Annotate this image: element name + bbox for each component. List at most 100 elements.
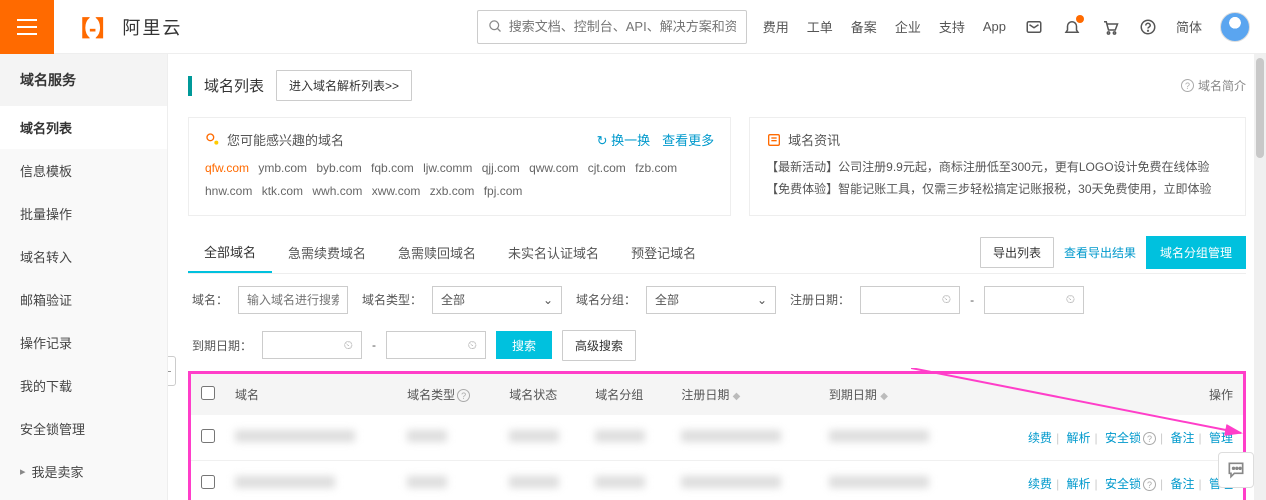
help-link[interactable]: ?域名简介 — [1179, 77, 1246, 94]
nav-support[interactable]: 支持 — [939, 17, 965, 36]
redacted-text — [235, 430, 355, 442]
chat-button[interactable] — [1218, 452, 1254, 488]
sidebar-item-label: 邮箱验证 — [20, 290, 72, 309]
search-input[interactable] — [509, 19, 736, 34]
avatar[interactable] — [1220, 12, 1250, 42]
view-export-link[interactable]: 查看导出结果 — [1064, 244, 1136, 261]
col-domain[interactable]: 域名 — [225, 374, 397, 415]
sidebar-item-mailverify[interactable]: 邮箱验证 — [0, 278, 167, 321]
sidebar-item-buyer[interactable]: ▸我是买家 — [0, 493, 167, 500]
help-icon: ? — [1181, 79, 1194, 92]
menu-toggle-button[interactable] — [0, 0, 54, 54]
reg-date-to[interactable]: ⏲ — [984, 286, 1084, 314]
sort-icon[interactable]: ◆ — [880, 391, 888, 402]
sort-icon[interactable]: ◆ — [733, 391, 741, 402]
message-icon[interactable] — [1024, 17, 1044, 37]
row-checkbox[interactable] — [201, 429, 215, 443]
nav-app[interactable]: App — [983, 19, 1006, 34]
op-renew[interactable]: 续费 — [1028, 431, 1052, 445]
group-select[interactable]: 全部⌄ — [646, 286, 776, 314]
sidebar-item-seller[interactable]: ▸ 我是卖家 — [0, 450, 167, 493]
nav-enterprise[interactable]: 企业 — [895, 17, 921, 36]
news-item[interactable]: 【免费体验】智能记账工具，仅需三步轻松搞定记账报税，30天免费使用，立即体验 — [766, 179, 1229, 201]
enter-dns-button[interactable]: 进入域名解析列表>> — [276, 70, 412, 101]
redacted-text — [595, 476, 645, 488]
scrollbar-thumb[interactable] — [1256, 58, 1264, 158]
search-button[interactable]: 搜索 — [496, 331, 552, 359]
table-row: 续费| 解析| 安全锁?| 备注| 管理 — [191, 415, 1243, 461]
refresh-link[interactable]: ↻ 换一换 — [597, 130, 651, 149]
tab-redeem[interactable]: 急需赎回域名 — [382, 233, 492, 272]
sidebar-item-label: 信息模板 — [20, 161, 72, 180]
tab-prereg[interactable]: 预登记域名 — [615, 233, 712, 272]
help-icon[interactable]: ? — [457, 389, 470, 402]
exp-date-to[interactable]: ⏲ — [386, 331, 486, 359]
group-manage-button[interactable]: 域名分组管理 — [1146, 236, 1246, 269]
more-link[interactable]: 查看更多 — [662, 130, 714, 149]
op-lock[interactable]: 安全锁? — [1105, 431, 1156, 445]
sidebar-item-transfer[interactable]: 域名转入 — [0, 235, 167, 278]
op-remark[interactable]: 备注 — [1171, 431, 1195, 445]
scrollbar[interactable] — [1254, 54, 1266, 500]
sidebar-item-template[interactable]: 信息模板 — [0, 149, 167, 192]
help-icon[interactable]: ? — [1143, 478, 1156, 491]
op-remark[interactable]: 备注 — [1171, 477, 1195, 491]
exp-label: 到期日期： — [192, 337, 252, 354]
suggest-domains: qfw.com ymb.com byb.com fqb.com ljw.comm… — [205, 157, 714, 203]
reg-date-from[interactable]: ⏲ — [860, 286, 960, 314]
export-button[interactable]: 导出列表 — [980, 237, 1054, 268]
locale-switch[interactable]: 简体 — [1176, 17, 1202, 36]
nav-fee[interactable]: 费用 — [763, 17, 789, 36]
nav-beian[interactable]: 备案 — [851, 17, 877, 36]
tab-unverified[interactable]: 未实名认证域名 — [492, 233, 615, 272]
op-renew[interactable]: 续费 — [1028, 477, 1052, 491]
op-manage[interactable]: 管理 — [1209, 431, 1233, 445]
nav-ticket[interactable]: 工单 — [807, 17, 833, 36]
sidebar-item-label: 批量操作 — [20, 204, 72, 223]
row-checkbox[interactable] — [201, 475, 215, 489]
redacted-text — [235, 476, 335, 488]
tab-all[interactable]: 全部域名 — [188, 232, 272, 273]
redacted-text — [829, 476, 929, 488]
op-resolve[interactable]: 解析 — [1067, 431, 1091, 445]
sidebar-item-log[interactable]: 操作记录 — [0, 321, 167, 364]
col-type[interactable]: 域名类型? — [397, 374, 499, 415]
cart-icon[interactable] — [1100, 17, 1120, 37]
sidebar-item-lock[interactable]: 安全锁管理 — [0, 407, 167, 450]
brand-logo[interactable]: 【-】 阿里云 — [68, 11, 182, 43]
table-row: 续费| 解析| 安全锁?| 备注| 管理 — [191, 460, 1243, 500]
col-reg[interactable]: 注册日期 ◆ — [671, 374, 819, 415]
op-resolve[interactable]: 解析 — [1067, 477, 1091, 491]
op-lock[interactable]: 安全锁? — [1105, 477, 1156, 491]
search-icon — [488, 19, 503, 34]
filter-bar: 域名： 域名类型： 全部⌄ 域名分组： 全部⌄ 注册日期： ⏲ - ⏲ 到期日期… — [188, 286, 1246, 361]
redacted-text — [829, 430, 929, 442]
type-select[interactable]: 全部⌄ — [432, 286, 562, 314]
global-search[interactable] — [477, 10, 747, 44]
page-title: 域名列表 — [204, 75, 264, 96]
bell-icon[interactable] — [1062, 17, 1082, 37]
help-icon[interactable]: ? — [1143, 432, 1156, 445]
col-status[interactable]: 域名状态 — [499, 374, 585, 415]
sidebar-collapse-toggle[interactable]: ⇤ — [168, 356, 176, 386]
exp-date-from[interactable]: ⏲ — [262, 331, 362, 359]
sidebar-item-download[interactable]: 我的下载 — [0, 364, 167, 407]
select-all-checkbox[interactable] — [201, 386, 215, 400]
help-icon[interactable] — [1138, 17, 1158, 37]
sidebar-item-label: 操作记录 — [20, 333, 72, 352]
domain-filter-input[interactable] — [238, 286, 348, 314]
advanced-search-button[interactable]: 高级搜索 — [562, 330, 636, 361]
redacted-text — [681, 430, 781, 442]
tab-renew[interactable]: 急需续费域名 — [272, 233, 382, 272]
col-exp[interactable]: 到期日期 ◆ — [819, 374, 967, 415]
sidebar-item-domain-list[interactable]: 域名列表 — [0, 106, 167, 149]
domain-table-highlight: 域名 域名类型? 域名状态 域名分组 注册日期 ◆ 到期日期 ◆ 操作 — [188, 371, 1246, 500]
redacted-text — [595, 430, 645, 442]
sidebar-item-label: 我是卖家 — [32, 462, 84, 481]
domain-list[interactable]: ymb.com byb.com fqb.com ljw.comm qjj.com… — [205, 161, 677, 198]
col-group[interactable]: 域名分组 — [585, 374, 671, 415]
sidebar-item-batch[interactable]: 批量操作 — [0, 192, 167, 235]
chevron-right-icon: ▸ — [20, 465, 26, 478]
news-item[interactable]: 【最新活动】公司注册9.9元起，商标注册低至300元，更有LOGO设计免费在线体… — [766, 157, 1229, 179]
hot-domain[interactable]: qfw.com — [205, 161, 249, 175]
